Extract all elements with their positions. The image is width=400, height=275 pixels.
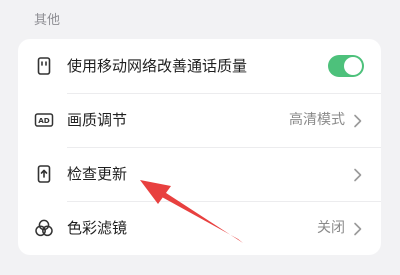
chevron-right-icon [353, 167, 363, 182]
chevron-right-icon [353, 221, 363, 236]
settings-item-value: 高清模式 [289, 112, 345, 128]
ad-icon: AD [34, 110, 54, 130]
ad-icon-text: AD [38, 116, 50, 125]
settings-item-label: 检查更新 [67, 165, 128, 183]
settings-item-value: 关闭 [317, 220, 345, 236]
settings-item-label: 使用移动网络改善通话质量 [67, 57, 248, 75]
chevron-right-icon [353, 113, 363, 128]
settings-item-check-update[interactable]: 检查更新 [18, 147, 381, 201]
phone-upload-icon [34, 164, 54, 184]
color-filter-icon [34, 218, 54, 238]
settings-item-label: 色彩滤镜 [67, 219, 128, 237]
settings-item-picture-quality[interactable]: AD 画质调节 高清模式 [18, 93, 381, 147]
section-title: 其他 [34, 13, 61, 28]
toggle-knob [344, 57, 362, 75]
settings-item-label: 画质调节 [67, 111, 128, 129]
settings-card: 使用移动网络改善通话质量 AD 画质调节 高清模式 检查更新 色彩滤镜 关闭 [18, 39, 381, 255]
settings-item-color-filter[interactable]: 色彩滤镜 关闭 [18, 201, 381, 255]
settings-item-mobile-network-call-quality[interactable]: 使用移动网络改善通话质量 [18, 39, 381, 93]
mobile-network-toggle[interactable] [328, 55, 364, 77]
phone-signal-icon [34, 56, 54, 76]
